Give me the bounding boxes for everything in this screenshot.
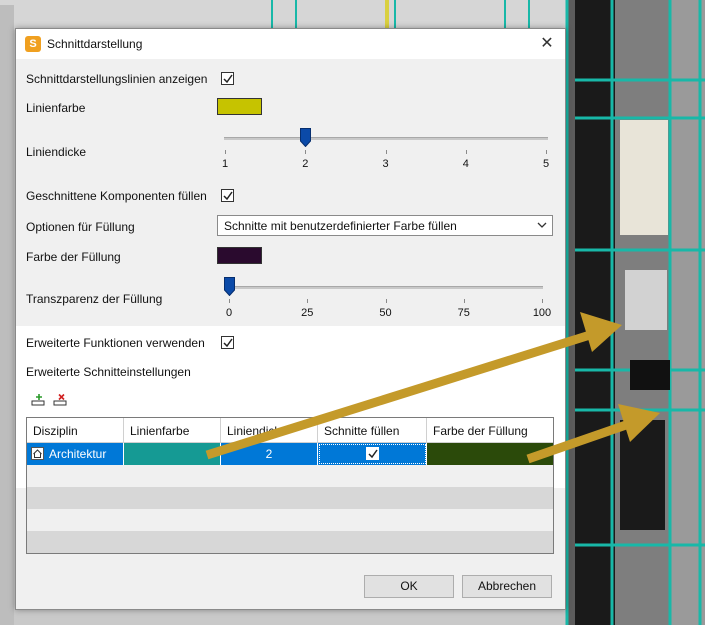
arrow-icon — [526, 404, 660, 464]
arrow-icon — [205, 312, 622, 460]
annotation-arrows — [205, 312, 660, 464]
